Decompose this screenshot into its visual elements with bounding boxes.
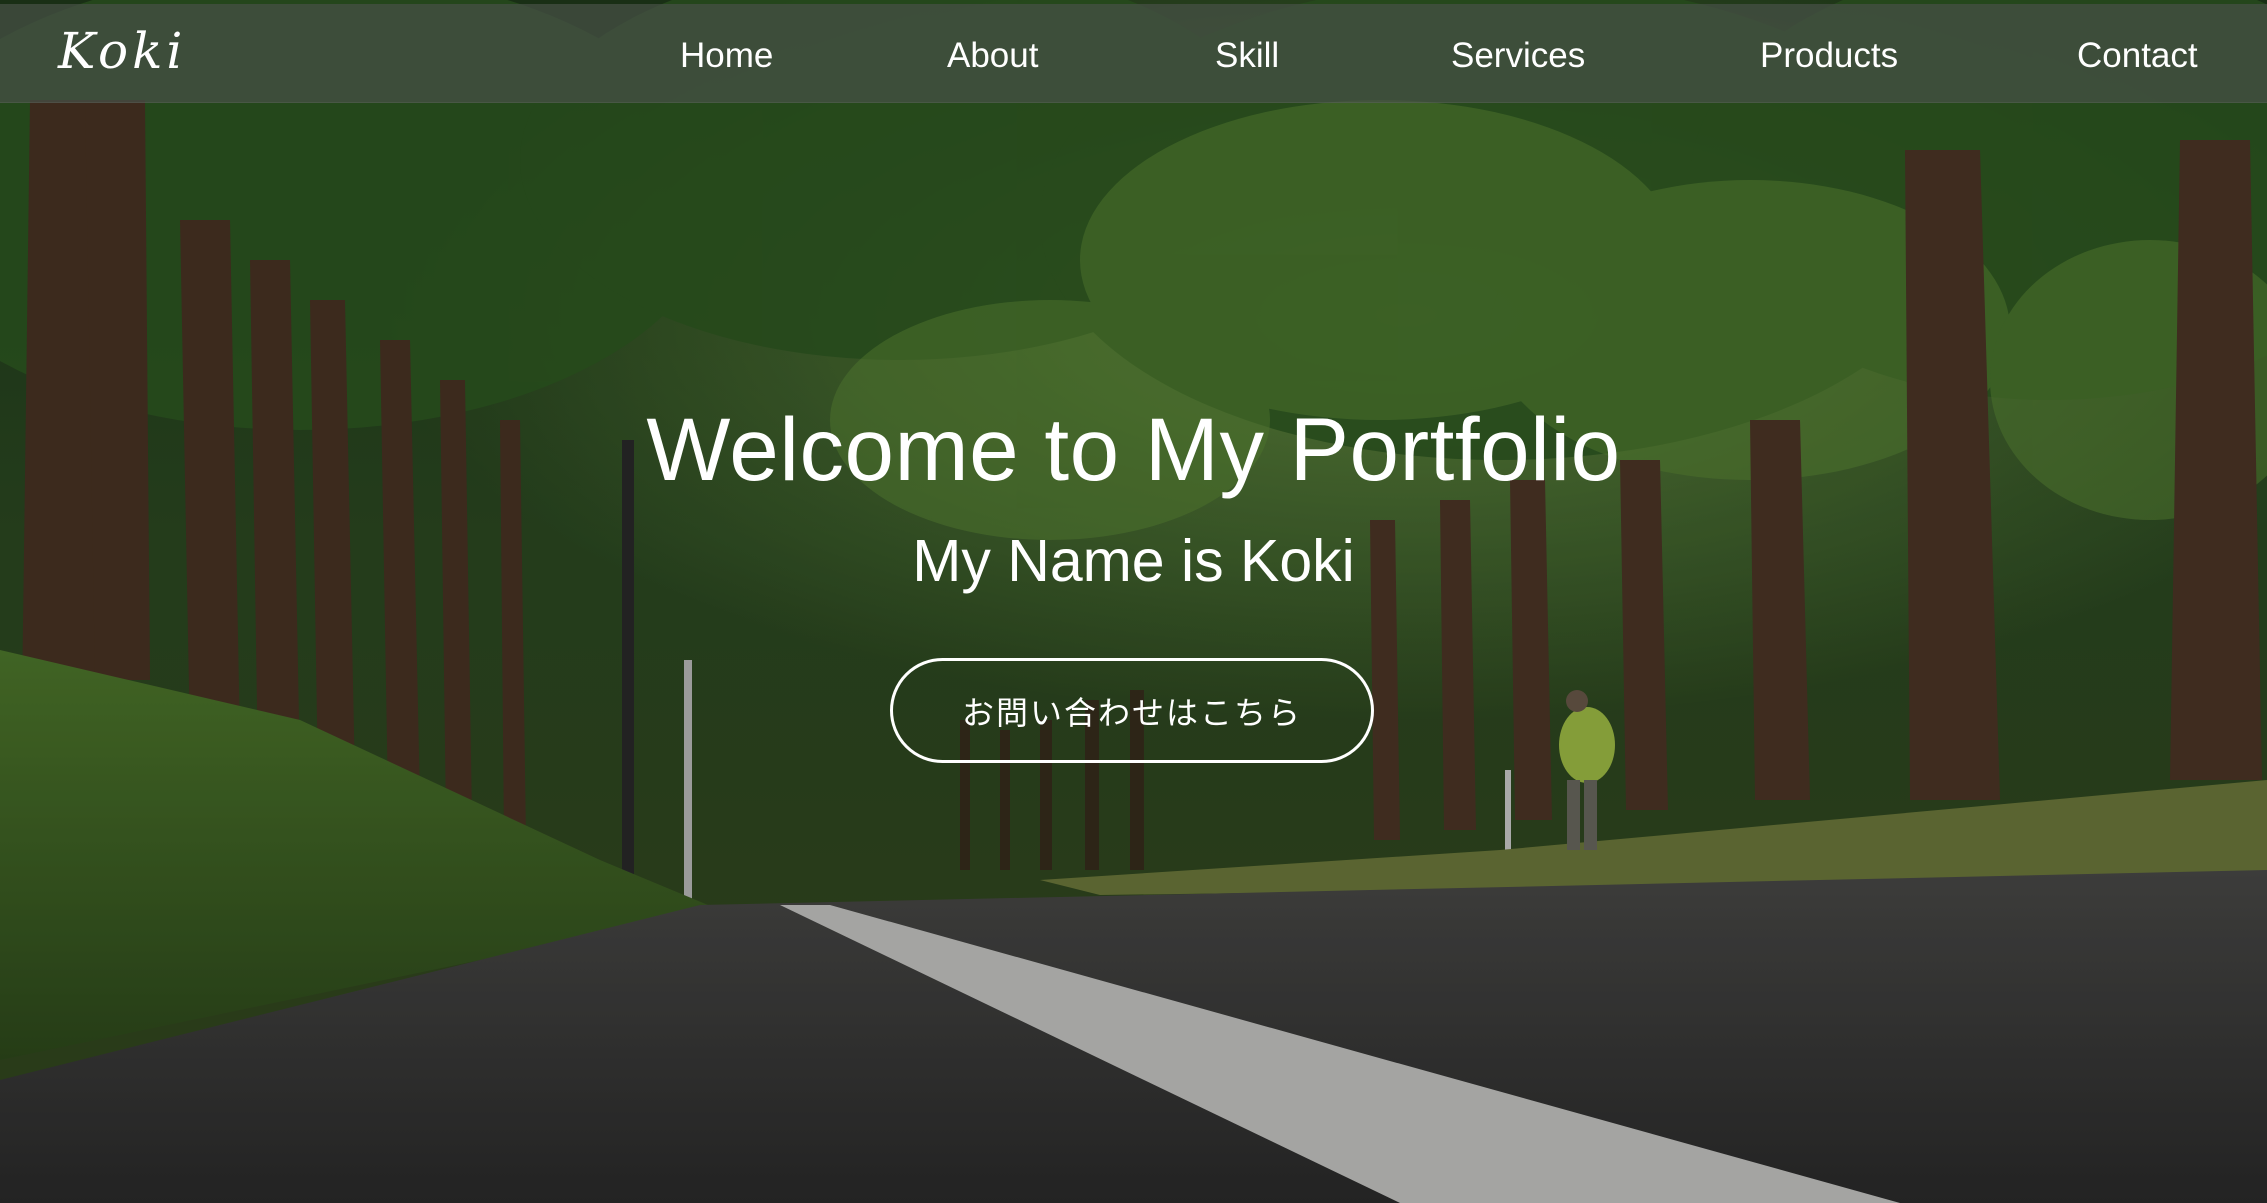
nav-link-home[interactable]: Home bbox=[680, 36, 773, 76]
contact-cta-label: お問い合わせはこちら bbox=[961, 693, 1302, 732]
nav-link-contact[interactable]: Contact bbox=[2077, 36, 2198, 76]
hero-subtitle: My Name is Koki bbox=[912, 528, 1355, 594]
hero-section: Koki Home About Skill Services Products … bbox=[0, 0, 2267, 1203]
nav-link-services[interactable]: Services bbox=[1451, 36, 1585, 76]
hero-title: Welcome to My Portfolio bbox=[646, 399, 1621, 499]
nav-link-about[interactable]: About bbox=[947, 36, 1038, 76]
top-navbar: Koki Home About Skill Services Products … bbox=[0, 4, 2267, 103]
nav-link-skill[interactable]: Skill bbox=[1215, 36, 1279, 76]
contact-cta-button[interactable]: お問い合わせはこちら bbox=[890, 658, 1374, 763]
hero-background-image bbox=[0, 0, 2267, 1203]
nav-link-products[interactable]: Products bbox=[1760, 36, 1898, 76]
site-logo[interactable]: Koki bbox=[58, 22, 186, 80]
